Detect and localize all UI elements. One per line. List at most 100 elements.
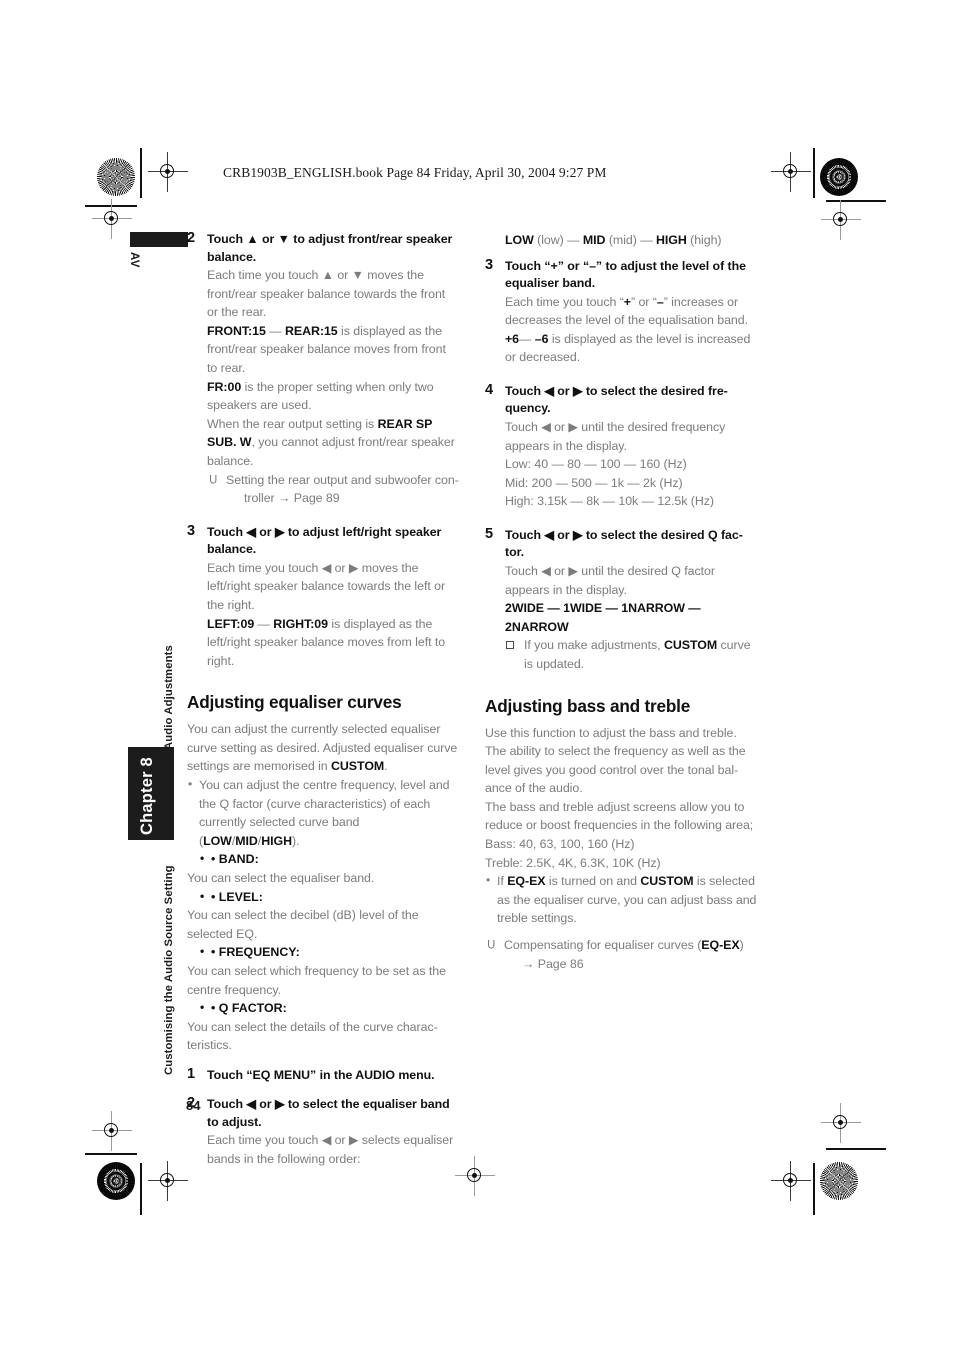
left-column: 2 Touch ▲ or ▼ to adjust front/rear spea… — [187, 230, 459, 1169]
registration-mark-left-upper — [92, 199, 132, 239]
text: . — [384, 759, 388, 774]
value-high: HIGH — [655, 233, 687, 247]
dash: — — [254, 616, 274, 631]
moire-target-top-right — [820, 158, 858, 196]
text: Compensating for equaliser curves ( — [504, 938, 702, 953]
step-title: Touch ◀ or ▶ to select the desired Q fac… — [505, 527, 743, 560]
value-audio: AUDIO — [355, 1067, 395, 1082]
step-body-paragraph-1: Touch ◀ or ▶ until the desired frequency… — [505, 419, 726, 453]
step-body-paragraph-2: LEFT:09 — RIGHT:09 is displayed as the l… — [207, 615, 459, 671]
value-minus-6: –6 — [534, 331, 549, 346]
bass-treble-paragraph-2: The bass and treble adjust screens allow… — [485, 799, 754, 833]
value-minus: – — [656, 294, 664, 309]
step-1-eq-menu: 1 Touch “EQ MENU” in the AUDIO menu. — [187, 1065, 459, 1085]
sidebar-chapter-tab: Chapter 8 — [128, 747, 174, 840]
text: Each time you touch “ — [505, 294, 624, 309]
av-marker-bar — [130, 232, 188, 247]
moire-target-bottom-right — [820, 1162, 858, 1200]
note-custom-curve-updated: If you make adjustments, CUSTOM curve is… — [505, 636, 757, 673]
value-custom: CUSTOM — [331, 759, 385, 774]
text: ) — [739, 938, 744, 953]
step-title: Touch ▲ or ▼ to adjust front/rear speake… — [207, 232, 453, 264]
value-custom: CUSTOM — [663, 638, 718, 653]
registration-mark-right-upper — [821, 200, 861, 240]
section-intro-paragraph: You can adjust the currently selected eq… — [187, 720, 459, 776]
trim-rule-bottom-right-vertical — [813, 1163, 815, 1215]
moire-target-top-left — [97, 158, 135, 196]
step-title: Touch “+” or “–” to adjust the level of … — [505, 258, 746, 291]
registration-mark-top-left-inner — [148, 152, 188, 192]
trim-rule-bottom-left-vertical — [140, 1163, 142, 1215]
frequency-list-mid: Mid: 200 — 500 — 1k — 2k (Hz) — [505, 475, 683, 490]
step-body-paragraph-1: Each time you touch ◀ or ▶ moves the lef… — [207, 560, 446, 612]
value-left-09: LEFT:09 — [207, 616, 255, 631]
definition-term-q-factor: • Q FACTOR: — [187, 998, 459, 1018]
cross-reference-page: troller → Page 89 — [244, 491, 340, 506]
text: is the proper setting when only two spea… — [207, 379, 434, 413]
step-body-paragraph-2: FRONT:15 — REAR:15 is displayed as the f… — [207, 322, 459, 378]
step-title: Touch ◀ or ▶ to select the desired fre-q… — [505, 383, 728, 416]
cross-reference-page: → Page 86 — [522, 956, 584, 971]
dash: — — [519, 331, 535, 346]
definition-desc-level: You can select the decibel (dB) level of… — [187, 908, 419, 941]
cross-reference-eq-ex: Compensating for equaliser curves (EQ-EX… — [485, 936, 757, 973]
sidebar-section-label: Audio Adjustments — [163, 645, 175, 750]
step-body-paragraph-4: When the rear output setting is REAR SP … — [207, 415, 459, 471]
treble-frequency-list: Treble: 2.5K, 4K, 6.3K, 10K (Hz) — [485, 855, 661, 870]
text: If — [497, 874, 508, 889]
value-low: LOW — [505, 233, 534, 247]
value-plus: + — [623, 294, 631, 309]
step-2-front-rear-balance: 2 Touch ▲ or ▼ to adjust front/rear spea… — [187, 230, 459, 508]
step-body-paragraph-1: Each time you touch ▲ or ▼ moves the fro… — [207, 268, 446, 320]
q-factor-list-line-2: 2NARROW — [505, 619, 569, 634]
definition-desc-q-factor: You can select the details of the curve … — [187, 1019, 438, 1053]
value-low: LOW — [203, 833, 232, 848]
value-eq-ex: EQ-EX — [507, 874, 546, 889]
definition-term-band: • BAND: — [187, 849, 459, 869]
definition-desc-frequency: You can select which frequency to be set… — [187, 964, 446, 997]
step-3-left-right-balance: 3 Touch ◀ or ▶ to adjust left/right spea… — [187, 523, 459, 671]
step-5-select-q-factor: 5 Touch ◀ or ▶ to select the desired Q f… — [485, 526, 757, 674]
step-title: Touch ◀ or ▶ to adjust left/right speake… — [207, 524, 442, 557]
trim-rule-top-right-vertical — [813, 148, 815, 198]
step-title: Touch ◀ or ▶ to select the equaliser ban… — [207, 1097, 450, 1129]
text: ” in the — [310, 1067, 356, 1082]
step-number: 2 — [187, 230, 196, 246]
step-title: Touch “EQ MENU” in the AUDIO menu. — [207, 1067, 459, 1085]
step-number: 1 — [187, 1065, 196, 1082]
value-eq-ex: EQ-EX — [701, 938, 740, 953]
step-2-select-equaliser-band: 2 Touch ◀ or ▶ to select the equaliser b… — [187, 1095, 459, 1168]
trim-rule-bottom-right-horizontal — [826, 1148, 886, 1150]
sidebar-running-title: Customising the Audio Source Setting — [163, 865, 175, 1075]
band-order-sequence: LOW (low) — MID (mid) — HIGH (high) — [485, 231, 757, 250]
text: (mid) — — [605, 233, 656, 247]
step-body-paragraph-2: +6— –6 is displayed as the level is incr… — [505, 330, 757, 367]
text: When the rear output setting is — [207, 416, 378, 431]
bullet-adjust-band-parameters: You can adjust the centre frequency, lev… — [187, 775, 459, 850]
text: (high) — [686, 233, 722, 247]
right-column: LOW (low) — MID (mid) — HIGH (high) 3 To… — [485, 231, 757, 973]
definition-term-level: • LEVEL: — [187, 887, 459, 907]
text: ). — [292, 833, 300, 848]
value-rear-15: REAR:15 — [284, 323, 338, 338]
trim-rule-top-left-vertical — [140, 148, 142, 198]
value-right-09: RIGHT:09 — [273, 616, 328, 631]
step-3-adjust-level: 3 Touch “+” or “–” to adjust the level o… — [485, 257, 757, 367]
step-number: 2 — [187, 1095, 196, 1112]
definition-term-frequency: • FREQUENCY: — [187, 942, 459, 962]
value-mid: MID — [582, 233, 606, 247]
cross-reference-text: Setting the rear output and subwoofer co… — [226, 472, 459, 487]
value-eq-menu: EQ MENU — [252, 1067, 311, 1082]
text: (low) — — [533, 233, 583, 247]
registration-mark-right-lower — [821, 1103, 861, 1143]
registration-mark-bottom-left-inner — [148, 1161, 188, 1201]
section-heading-bass-and-treble: Adjusting bass and treble — [485, 695, 691, 716]
text: You can adjust the currently selected eq… — [187, 722, 458, 774]
section-heading-equaliser-curves: Adjusting equaliser curves — [187, 692, 402, 713]
step-body-paragraph-1: Each time you touch ◀ or ▶ selects equal… — [207, 1133, 454, 1167]
text: is turned on and — [545, 874, 641, 889]
moire-target-bottom-left — [97, 1162, 135, 1200]
trim-rule-top-left-horizontal — [85, 205, 137, 207]
bass-treble-paragraph-1: Use this function to adjust the bass and… — [485, 725, 746, 796]
registration-mark-bottom-right-inner — [771, 1161, 811, 1201]
